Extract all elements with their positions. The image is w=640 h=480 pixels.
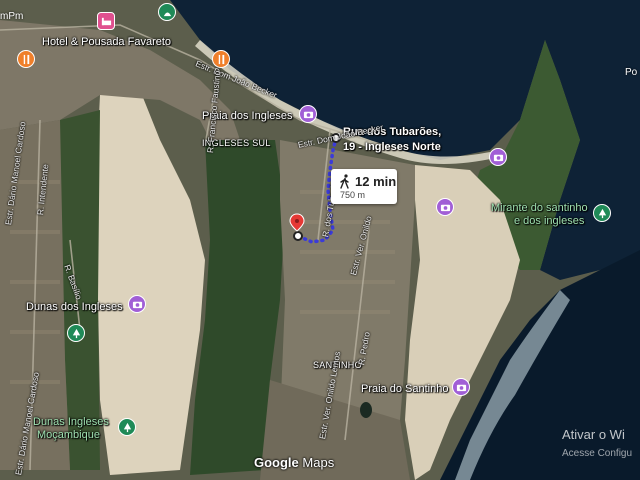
small-lake	[360, 402, 372, 418]
park-pin-icon[interactable]	[67, 324, 85, 342]
mirante-label-line2[interactable]: e dos ingleses	[514, 215, 584, 227]
dunas-mocambique-label-line1[interactable]: Dunas Ingleses	[33, 416, 109, 428]
camera-pin-icon[interactable]	[489, 148, 507, 166]
google-maps-logo: Google Maps	[254, 455, 334, 470]
route-info-card[interactable]: 12 min 750 m	[331, 169, 397, 204]
walking-icon	[340, 174, 349, 189]
route-end-dot	[293, 231, 303, 241]
hotel-label[interactable]: Hotel & Pousada Favareto	[42, 36, 171, 48]
park-pin-icon[interactable]	[118, 418, 136, 436]
route-distance: 750 m	[340, 190, 366, 200]
hotel-pin-icon[interactable]	[97, 12, 115, 30]
route-duration: 12 min	[355, 174, 397, 189]
camera-pin-icon[interactable]	[128, 295, 146, 313]
activation-watermark-title: Ativar o Wi	[562, 427, 625, 442]
beach-pin-icon[interactable]	[158, 3, 176, 21]
dunas-ingleses-label[interactable]: Dunas dos Ingleses	[26, 301, 123, 313]
satellite-map[interactable]	[0, 0, 640, 480]
right-label-fragment: Po	[625, 67, 638, 78]
mirante-label-line1[interactable]: Mirante do santinho	[491, 202, 588, 214]
park-pin-icon[interactable]	[593, 204, 611, 222]
dunas-mocambique-label-line2[interactable]: Moçambique	[37, 429, 100, 441]
praia-santinho-label[interactable]: Praia do Santinho	[361, 383, 448, 395]
restaurant-pin-icon[interactable]	[17, 50, 35, 68]
camera-pin-icon[interactable]	[452, 378, 470, 396]
google-wordmark: Google	[254, 455, 299, 470]
camera-pin-icon[interactable]	[299, 105, 317, 123]
activation-watermark-subtitle: Acesse Configu	[562, 448, 633, 459]
maps-wordmark: Maps	[302, 455, 335, 470]
top-left-label-fragment: mPm	[0, 11, 24, 22]
destination-address-line2[interactable]: 19 - Ingleses Norte	[343, 141, 441, 153]
camera-pin-icon[interactable]	[436, 198, 454, 216]
